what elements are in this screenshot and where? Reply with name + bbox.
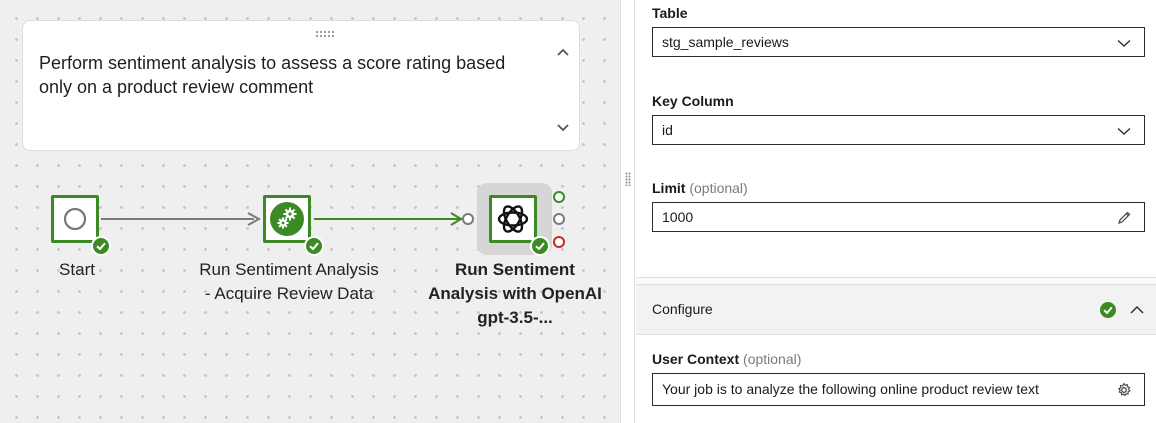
- success-check-icon: [91, 236, 111, 256]
- table-select-value: stg_sample_reviews: [662, 34, 789, 50]
- limit-label-text: Limit: [652, 180, 686, 196]
- complete-check-icon: [1100, 302, 1116, 318]
- chevron-up-icon[interactable]: [1129, 302, 1145, 318]
- limit-input-value: 1000: [662, 209, 694, 225]
- table-label: Table: [652, 5, 688, 21]
- failure-output-port[interactable]: [553, 236, 565, 248]
- input-port[interactable]: [462, 213, 474, 225]
- key-column-value: id: [662, 122, 673, 138]
- limit-input[interactable]: 1000: [652, 202, 1145, 232]
- gears-icon: [270, 202, 304, 236]
- edge-acquire-to-openai: [314, 212, 463, 226]
- node-acquire-box[interactable]: [263, 195, 311, 243]
- chevron-down-icon: [1117, 127, 1131, 136]
- key-column-select[interactable]: id: [652, 115, 1145, 145]
- start-circle-icon: [63, 207, 87, 231]
- properties-panel: Table stg_sample_reviews Key Column id L…: [636, 0, 1156, 423]
- pencil-icon[interactable]: [1116, 210, 1132, 226]
- openai-logo-icon: [497, 205, 529, 233]
- success-output-port[interactable]: [553, 191, 565, 203]
- limit-optional-hint: (optional): [689, 180, 748, 196]
- panel-splitter[interactable]: [620, 0, 635, 423]
- configure-section-header[interactable]: Configure: [636, 285, 1156, 335]
- user-context-input[interactable]: Your job is to analyze the following onl…: [652, 373, 1145, 406]
- user-context-label: User Context (optional): [652, 351, 801, 367]
- node-start-label: Start: [59, 260, 95, 279]
- table-select[interactable]: stg_sample_reviews: [652, 27, 1145, 57]
- default-output-port[interactable]: [553, 213, 565, 225]
- gear-icon[interactable]: [1116, 382, 1132, 398]
- node-openai-box[interactable]: [489, 195, 537, 243]
- node-start-box[interactable]: [51, 195, 99, 243]
- edge-start-to-acquire: [101, 212, 262, 226]
- section-divider: [636, 277, 1156, 285]
- node-openai-label: Run Sentiment Analysis with OpenAI gpt-3…: [428, 260, 602, 327]
- node-acquire-label: Run Sentiment Analysis - Acquire Review …: [199, 260, 379, 303]
- user-context-label-text: User Context: [652, 351, 740, 367]
- resize-handle-icon[interactable]: [625, 172, 631, 186]
- limit-label: Limit (optional): [652, 180, 748, 196]
- configure-title: Configure: [652, 301, 713, 317]
- success-check-icon: [530, 236, 550, 256]
- success-check-icon: [304, 236, 324, 256]
- user-context-optional-hint: (optional): [743, 351, 802, 367]
- user-context-value: Your job is to analyze the following onl…: [662, 381, 1039, 397]
- key-column-label: Key Column: [652, 93, 734, 109]
- chevron-down-icon: [1117, 39, 1131, 48]
- workflow-canvas[interactable]: Perform sentiment analysis to assess a s…: [0, 0, 620, 423]
